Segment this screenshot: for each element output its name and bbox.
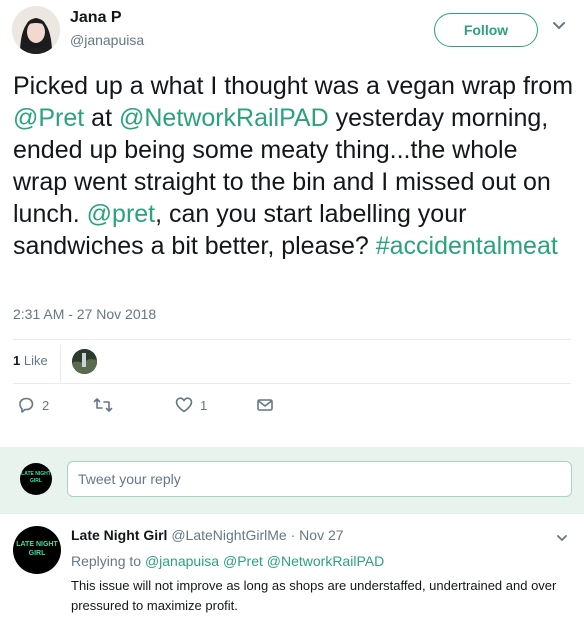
reply-author-handle[interactable]: @LateNightGirlMe bbox=[171, 527, 286, 543]
retweet-icon bbox=[93, 398, 113, 412]
reply-action[interactable]: 2 bbox=[17, 396, 49, 414]
hashtag-link[interactable]: #accidentalmeat bbox=[376, 232, 558, 260]
replying-to-link[interactable]: @janapuisa bbox=[145, 553, 219, 569]
divider bbox=[60, 344, 61, 382]
heart-icon bbox=[175, 397, 193, 413]
reply-date[interactable]: Nov 27 bbox=[299, 527, 343, 543]
reply-icon bbox=[19, 397, 34, 413]
divider bbox=[13, 383, 571, 384]
reply-text: This issue will not improve as long as s… bbox=[71, 578, 557, 613]
replying-to-link[interactable]: @Pret bbox=[223, 553, 263, 569]
replying-prefix: Replying to bbox=[71, 553, 145, 569]
message-icon bbox=[257, 399, 273, 411]
likes-row: 1 Like bbox=[13, 344, 571, 382]
likes-count[interactable]: 1 Like bbox=[13, 353, 48, 368]
tweet-text-segment: at bbox=[84, 104, 119, 132]
tweet-actions: 2 1 bbox=[13, 396, 571, 420]
mention-link[interactable]: @pret bbox=[87, 200, 155, 228]
avatar-logo-text: LATE NIGHT bbox=[21, 471, 51, 477]
reply-input[interactable] bbox=[67, 461, 572, 497]
reply-header: Late Night Girl @LateNightGirlMe · Nov 2… bbox=[71, 527, 344, 543]
reply-compose-bar: LATE NIGHT GIRL bbox=[0, 447, 584, 513]
author-name[interactable]: Jana P bbox=[70, 9, 122, 27]
divider bbox=[13, 339, 571, 340]
reply-count: 2 bbox=[42, 397, 50, 413]
like-action[interactable]: 1 bbox=[175, 396, 207, 414]
chevron-down-icon[interactable] bbox=[552, 19, 566, 33]
avatar-logo-text: LATE NIGHT bbox=[16, 541, 58, 548]
reply-author-avatar[interactable]: LATE NIGHT GIRL bbox=[13, 526, 61, 574]
retweet-action[interactable] bbox=[93, 396, 120, 414]
like-count: 1 bbox=[200, 397, 208, 413]
avatar-logo-text: GIRL bbox=[28, 550, 46, 557]
user-avatar: LATE NIGHT GIRL bbox=[20, 463, 52, 495]
reply-author-name[interactable]: Late Night Girl bbox=[71, 527, 167, 543]
avatar-logo-text: GIRL bbox=[30, 478, 42, 484]
tweet-timestamp[interactable]: 2:31 AM - 27 Nov 2018 bbox=[13, 306, 156, 322]
reply-tweet[interactable]: LATE NIGHT GIRL Late Night Girl @LateNig… bbox=[0, 513, 584, 621]
chevron-down-icon[interactable] bbox=[556, 532, 568, 544]
author-avatar-image bbox=[12, 6, 60, 54]
likes-label: Like bbox=[20, 353, 48, 368]
reply-separator: · bbox=[286, 527, 300, 543]
direct-message-action[interactable] bbox=[256, 396, 274, 414]
follow-button[interactable]: Follow bbox=[434, 13, 538, 47]
liker-avatar-image bbox=[72, 349, 97, 374]
mention-link[interactable]: @NetworkRailPAD bbox=[119, 104, 329, 132]
tweet-text-segment: Picked up a what I thought was a vegan w… bbox=[13, 72, 574, 100]
author-handle[interactable]: @janapuisa bbox=[70, 32, 144, 48]
tweet-card: Jana P @janapuisa Follow Picked up a wha… bbox=[0, 0, 584, 447]
tweet-text: Picked up a what I thought was a vegan w… bbox=[13, 70, 578, 262]
replying-to: Replying to @janapuisa @Pret @NetworkRai… bbox=[71, 553, 384, 569]
mention-link[interactable]: @Pret bbox=[13, 104, 84, 132]
liker-avatar[interactable] bbox=[72, 349, 97, 374]
author-avatar[interactable] bbox=[12, 6, 60, 54]
replying-to-link[interactable]: @NetworkRailPAD bbox=[267, 553, 384, 569]
